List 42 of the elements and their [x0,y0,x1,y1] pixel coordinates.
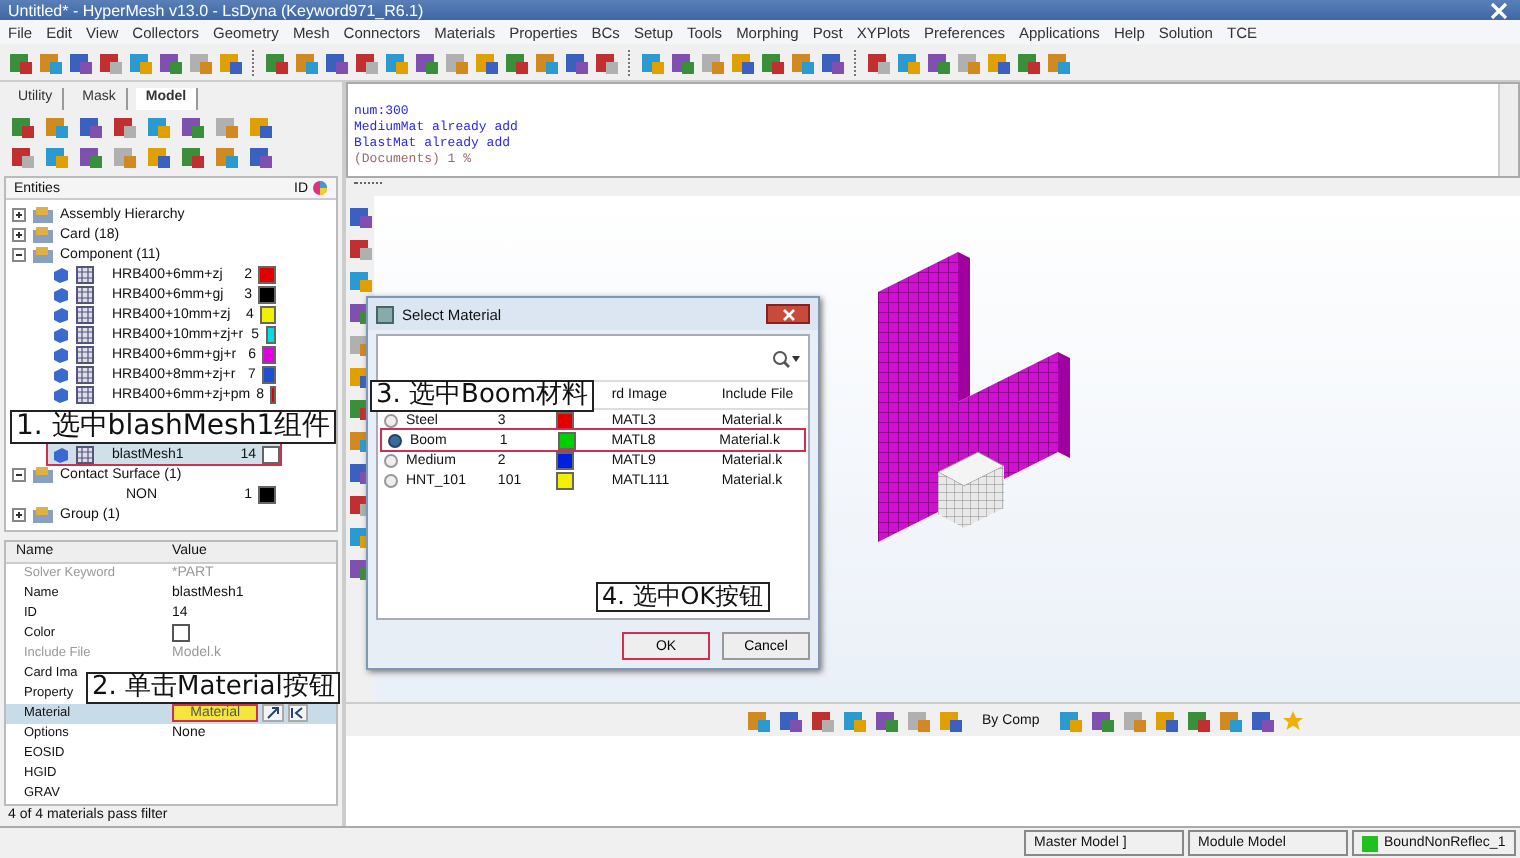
close-button[interactable] [766,304,810,324]
expand-icon[interactable] [12,207,26,222]
collapse-icon[interactable] [12,247,26,262]
radio-button[interactable] [388,433,402,447]
color-wheel-icon [312,180,328,197]
folder-icon [32,465,54,484]
close-icon[interactable] [1490,1,1508,19]
square-icon [1362,835,1378,851]
folder-icon [32,205,54,224]
annotation-callout: 4. 选中OK按钮 [596,582,770,613]
expand-icon[interactable] [12,507,26,522]
close-icon [781,307,795,321]
annotation-callout: 1. 选中blashMesh1组件 [10,410,337,445]
radio-button[interactable] [384,453,398,467]
pick-button[interactable] [262,704,284,723]
grid-icon [76,445,94,464]
color-swatch [172,624,190,643]
grid-icon [76,285,94,304]
radio-button[interactable] [384,473,398,487]
grid-icon [76,265,94,284]
expand-icon[interactable] [12,227,26,242]
annotation-callout: 2. 单击Material按钮 [86,672,341,705]
scrollbar[interactable] [1498,84,1518,176]
window-icon [376,305,394,323]
grid-icon [76,305,94,324]
goto-end-button[interactable] [287,704,308,723]
arrow-icon [265,706,280,721]
star-icon[interactable] [1281,709,1304,731]
grid-icon [76,365,94,384]
radio-button[interactable] [384,413,398,427]
folder-icon [32,505,54,524]
grid-icon [76,325,94,344]
cube-icon [52,445,70,464]
folder-icon [32,245,54,264]
collapse-icon[interactable] [12,467,26,482]
grid-icon [76,345,94,364]
annotation-callout: 3. 选中Boom材料 [370,380,595,413]
window-title: Untitled* - HyperMesh v13.0 - LsDyna (Keyword971_R6.1) [8,1,424,19]
bar-arrow-icon [290,706,305,721]
grid-icon [76,385,94,404]
folder-icon [32,225,54,244]
search-icon[interactable] [772,349,800,367]
